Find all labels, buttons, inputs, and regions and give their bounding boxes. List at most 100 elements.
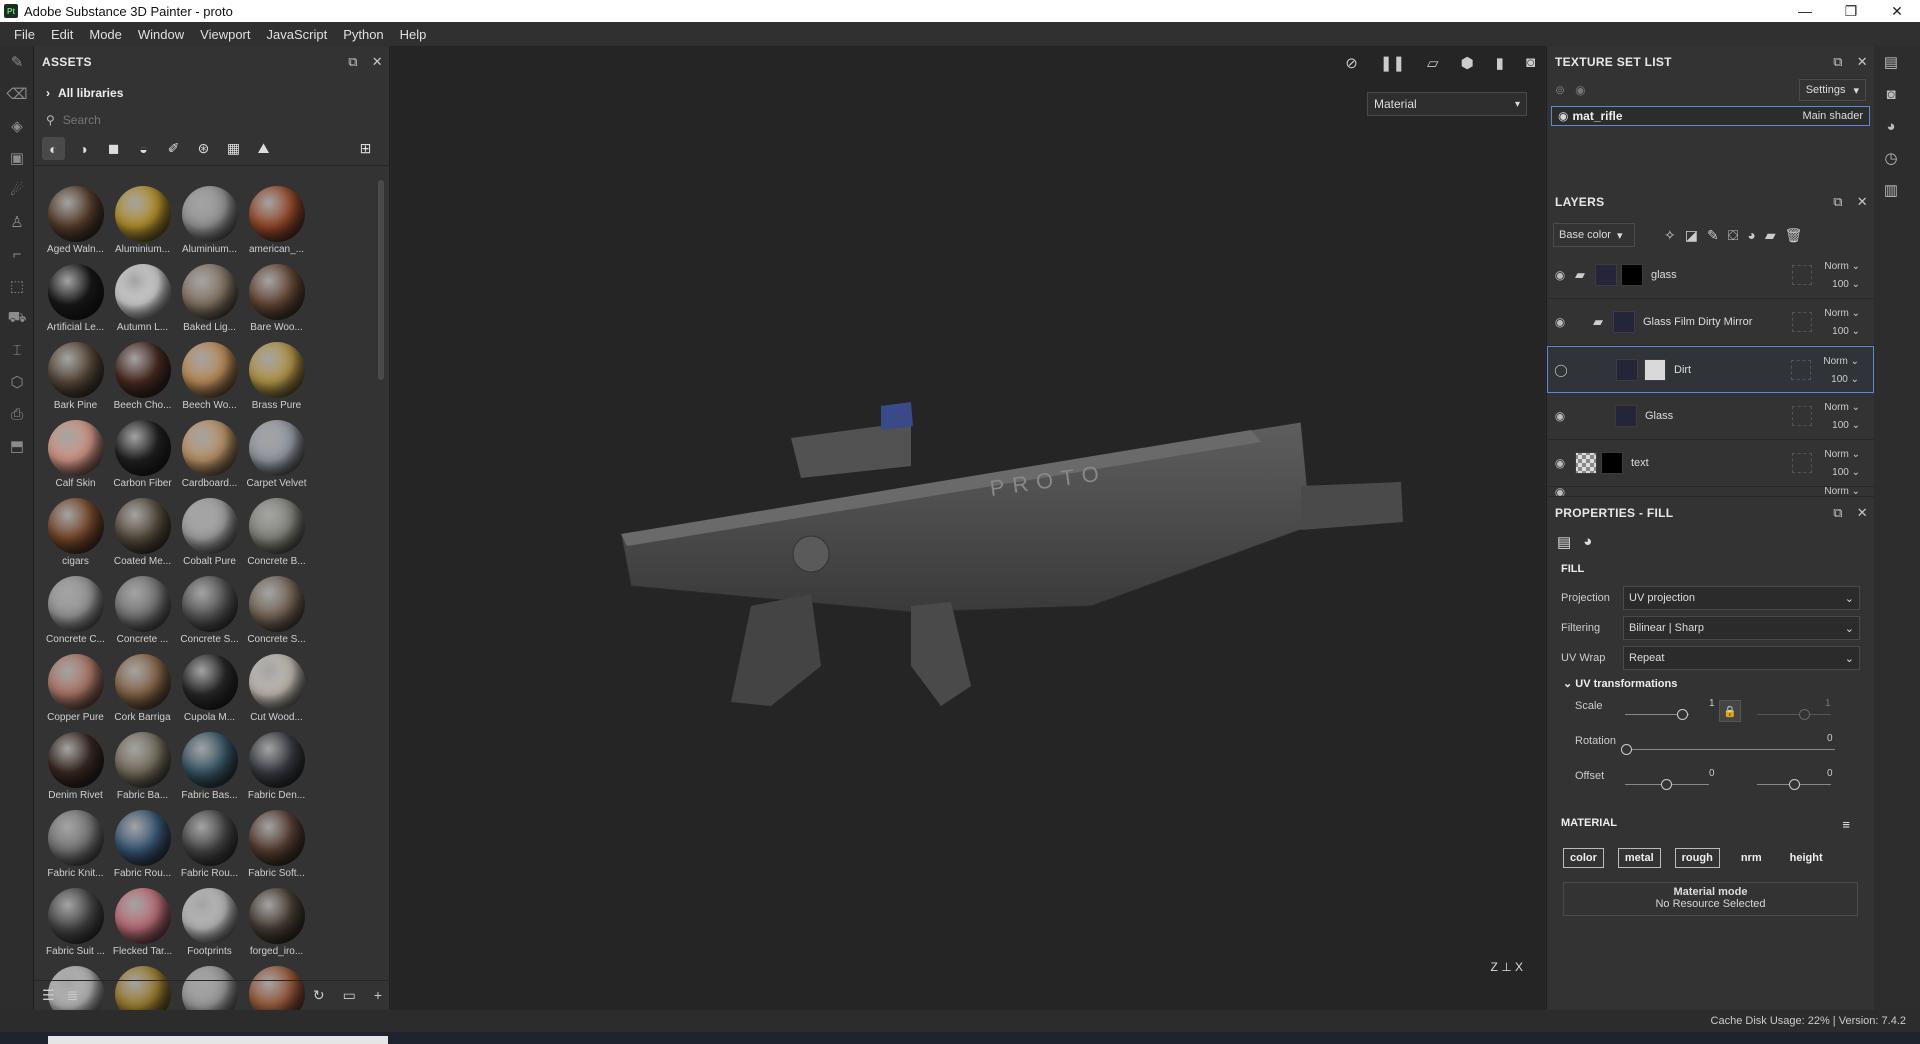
add-icon[interactable]: + (374, 987, 382, 1004)
asset-thumbnail[interactable]: Concrete S... (176, 572, 243, 650)
filter-options-icon[interactable]: ≣ (67, 987, 79, 1004)
close-panel-icon[interactable]: ✕ (1857, 54, 1868, 70)
channel-select[interactable]: Base color ▾ (1553, 223, 1635, 247)
smart-materials-filter-icon[interactable]: ◑ (72, 137, 95, 160)
asset-thumbnail[interactable]: Concrete S... (243, 572, 310, 650)
asset-thumbnail[interactable]: Autumn L... (109, 260, 176, 338)
asset-thumbnail[interactable]: Fabric Rou... (176, 806, 243, 884)
add-folder-icon[interactable]: ▰ (1765, 227, 1776, 244)
channel-height-button[interactable]: height (1783, 848, 1830, 868)
float-panel-icon[interactable]: ⧉ (1833, 505, 1843, 521)
layer-blend[interactable]: Norm ⌄ 100 ⌄ (1824, 305, 1860, 341)
asset-thumbnail[interactable]: Cork Barriga (109, 650, 176, 728)
asset-thumbnail[interactable]: Concrete C... (42, 572, 109, 650)
environments-filter-icon[interactable]: ⛰ (252, 137, 275, 160)
shader-settings-icon[interactable]: ◕ (1874, 110, 1908, 142)
history-icon[interactable]: ◷ (1874, 142, 1908, 174)
rotation-track[interactable] (1625, 749, 1835, 750)
assets-scrollbar[interactable] (378, 180, 384, 380)
asset-thumbnail[interactable]: american_... (243, 182, 310, 260)
generators-filter-icon[interactable]: ◒ (132, 137, 155, 160)
texture-set-settings-icon[interactable]: ▤ (1874, 46, 1908, 78)
brushes-filter-icon[interactable]: ✐ (162, 137, 185, 160)
link-icon[interactable]: ⊚ (1555, 83, 1565, 97)
eye-icon[interactable]: ◉ (1549, 315, 1571, 329)
eye-icon[interactable]: ◉ (1575, 83, 1585, 97)
menu-javascript[interactable]: JavaScript (258, 27, 335, 42)
smudge-icon[interactable]: ☄ (0, 174, 34, 206)
asset-thumbnail[interactable]: Artificial Le... (42, 260, 109, 338)
menu-window[interactable]: Window (130, 27, 192, 42)
asset-thumbnail[interactable]: Bark Pine (42, 338, 109, 416)
menu-file[interactable]: File (6, 27, 43, 42)
asset-thumbnail[interactable]: Fabric Knit... (42, 806, 109, 884)
asset-thumbnail[interactable]: Fabric Bas... (176, 728, 243, 806)
layer-mask-slot[interactable] (1791, 360, 1811, 380)
channel-nrm-button[interactable]: nrm (1734, 848, 1769, 868)
eye-icon[interactable]: ◉ (1558, 109, 1568, 123)
lock-icon[interactable]: 🔒 (1719, 700, 1741, 722)
asset-thumbnail[interactable]: Aged Waln... (42, 182, 109, 260)
layer-blend[interactable]: Norm ⌄ 100 ⌄ (1824, 258, 1860, 294)
layer-row[interactable]: ◉ Glass Norm ⌄ 100 ⌄ (1547, 393, 1874, 440)
add-smart-mask-icon[interactable]: ◕ (1747, 227, 1755, 243)
asset-thumbnail[interactable]: Denim Rivet (42, 728, 109, 806)
projection-select[interactable]: UV projection ⌄ (1623, 586, 1860, 610)
materials-filter-icon[interactable]: ◐ (42, 137, 65, 160)
particles-filter-icon[interactable]: ⊛ (192, 137, 215, 160)
float-panel-icon[interactable]: ⧉ (1833, 54, 1843, 70)
layer-mask-slot[interactable] (1792, 406, 1812, 426)
layer-row[interactable]: ◉ ▰ Glass Film Dirty Mirror Norm ⌄ 100 ⌄ (1547, 299, 1874, 346)
asset-thumbnail[interactable]: Cut Wood... (243, 650, 310, 728)
channel-metal-button[interactable]: metal (1617, 848, 1661, 868)
library-selector[interactable]: › All libraries (34, 78, 389, 108)
new-window-icon[interactable]: ▭ (343, 987, 356, 1004)
projection-icon[interactable]: ◈ (0, 110, 34, 142)
channel-color-button[interactable]: color (1563, 848, 1604, 868)
color-picker-icon[interactable]: ⌐ (0, 238, 34, 270)
layer-mask-slot[interactable] (1792, 453, 1812, 473)
asset-thumbnail[interactable]: Concrete ... (109, 572, 176, 650)
add-fill-layer-icon[interactable]: ⛋ (1728, 227, 1739, 244)
layer-row[interactable]: ◉ ▰ glass Norm ⌄ 100 ⌄ (1547, 252, 1874, 299)
textures-filter-icon[interactable]: ◼ (102, 137, 125, 160)
log-icon[interactable]: ▥ (1874, 174, 1908, 206)
taskbar-item[interactable] (48, 1036, 388, 1044)
delete-layer-icon[interactable]: 🗑 (1785, 227, 1803, 244)
menu-edit[interactable]: Edit (43, 27, 81, 42)
offset-u-knob[interactable] (1661, 779, 1672, 790)
asset-thumbnail[interactable]: Cobalt Pure (176, 494, 243, 572)
asset-thumbnail[interactable]: Carbon Fiber (109, 416, 176, 494)
add-effect-icon[interactable]: ✧ (1664, 227, 1676, 244)
uv-transformations-toggle[interactable]: ⌄ UV transformations (1547, 673, 1874, 694)
fill-properties-tab-icon[interactable]: ▤ (1557, 533, 1571, 551)
layer-row[interactable]: ◉ text Norm ⌄ 100 ⌄ (1547, 440, 1874, 487)
layer-blend[interactable]: Norm ⌄ 100 ⌄ (1824, 399, 1860, 435)
asset-thumbnail[interactable]: Coated Me... (109, 494, 176, 572)
add-mask-icon[interactable]: ◪ (1685, 227, 1698, 244)
eye-hidden-icon[interactable]: ◯ (1550, 363, 1572, 377)
offset-v-knob[interactable] (1789, 779, 1800, 790)
asset-thumbnail[interactable]: cigars (42, 494, 109, 572)
bake-icon[interactable]: ⛟ (0, 302, 34, 334)
layer-mask-slot[interactable] (1792, 312, 1812, 332)
measure-icon[interactable]: ⌶ (0, 334, 34, 366)
asset-thumbnail[interactable]: Fabric Soft... (243, 806, 310, 884)
asset-thumbnail[interactable]: Fabric Den... (243, 728, 310, 806)
layer-row-selected[interactable]: ◯ Dirt Norm ⌄ 100 ⌄ (1547, 346, 1874, 393)
asset-thumbnail[interactable]: Cardboard... (176, 416, 243, 494)
refresh-icon[interactable]: ↻ (313, 987, 325, 1004)
geometry-mask-icon[interactable]: ▣ (0, 142, 34, 174)
scale-knob[interactable] (1677, 709, 1688, 720)
eye-icon[interactable]: ◉ (1549, 268, 1571, 282)
asset-thumbnail[interactable]: Calf Skin (42, 416, 109, 494)
uvwrap-select[interactable]: Repeat ⌄ (1623, 646, 1860, 670)
layer-blend[interactable]: Norm ⌄ 100 ⌄ (1824, 446, 1860, 482)
asset-thumbnail[interactable]: Beech Wo... (176, 338, 243, 416)
menu-python[interactable]: Python (335, 27, 391, 42)
asset-thumbnail[interactable]: Baked Lig... (176, 260, 243, 338)
asset-thumbnail[interactable]: Flecked Tar... (109, 884, 176, 962)
asset-thumbnail[interactable]: Carpet Velvet (243, 416, 310, 494)
display-settings-icon[interactable]: ◙ (1874, 78, 1908, 110)
material-mode-box[interactable]: Material mode No Resource Selected (1563, 882, 1858, 916)
